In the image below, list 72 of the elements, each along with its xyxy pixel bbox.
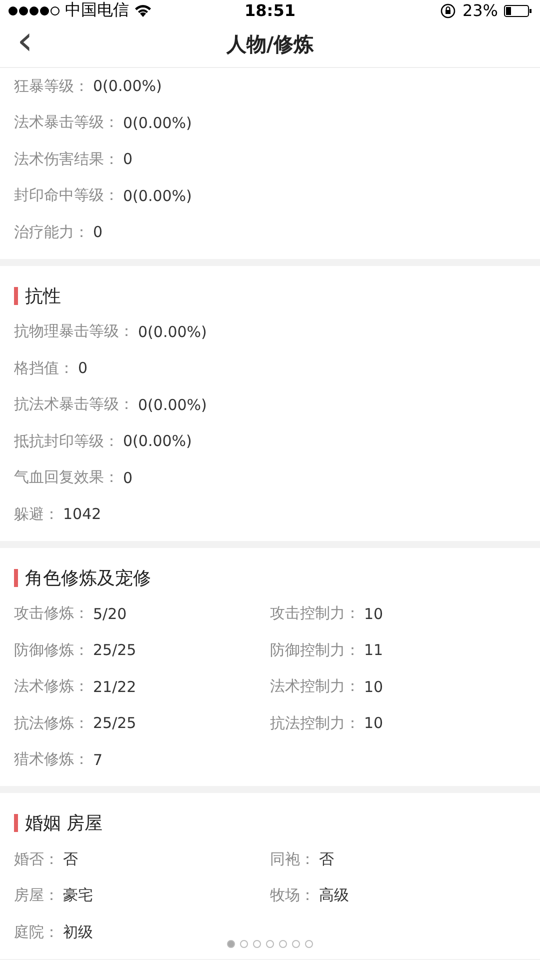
carrier-name: 中国电信 [65, 0, 129, 21]
rotation-lock-icon [440, 2, 456, 18]
page-dot[interactable] [305, 940, 313, 948]
field-value: 1042 [63, 505, 102, 524]
field-value: 7 [93, 750, 103, 769]
field-label: 抵抗封印等级： [14, 432, 119, 451]
field-label: 猎术修炼： [14, 750, 89, 770]
wifi-icon [134, 4, 152, 17]
field-value: 0 [123, 150, 133, 168]
field-value: 25/25 [93, 714, 136, 732]
field-value: 否 [319, 850, 334, 869]
section-title: 角色修炼及宠修 [25, 566, 151, 590]
field-value: 高级 [319, 886, 349, 906]
page-dot[interactable] [279, 940, 287, 948]
field-value: 0(0.00%) [93, 77, 162, 96]
field-label: 攻击修炼： [14, 604, 89, 624]
field-label: 房屋： [14, 886, 59, 906]
field-value: 0(0.00%) [123, 432, 192, 450]
field-label: 气血回复效果： [14, 468, 119, 488]
section-marker [14, 814, 18, 832]
field-label: 牧场： [270, 886, 315, 906]
field-label: 同袍： [270, 850, 315, 869]
field-label: 攻击控制力： [270, 604, 360, 624]
field-label: 庭院： [14, 922, 59, 942]
field-value: 11 [364, 641, 384, 660]
page-dot[interactable] [292, 940, 300, 948]
section-marker [14, 286, 18, 304]
field-value: 25/25 [93, 641, 136, 660]
back-button[interactable]: ‹ [0, 21, 40, 67]
field-label: 抗法控制力： [270, 714, 360, 733]
field-label: 抗法术暴击等级： [14, 395, 134, 414]
field-value: 否 [63, 850, 78, 869]
field-value: 10 [364, 678, 384, 696]
page-dot[interactable] [240, 940, 248, 948]
field-value: 0(0.00%) [138, 396, 207, 414]
field-label: 狂暴等级： [14, 76, 89, 96]
field-label: 法术修炼： [14, 677, 89, 696]
field-label: 封印命中等级： [14, 186, 119, 206]
page-dot[interactable] [253, 940, 261, 948]
field-value: 0(0.00%) [123, 114, 192, 132]
field-value: 5/20 [93, 604, 127, 623]
field-label: 治疗能力： [14, 222, 89, 242]
section-marker [14, 568, 18, 586]
field-value: 初级 [63, 922, 93, 942]
page-dot[interactable] [266, 940, 274, 948]
page-title: 人物/修炼 [226, 30, 314, 58]
field-value: 豪宅 [63, 886, 93, 906]
field-value: 0 [78, 359, 88, 378]
field-value: 0 [123, 468, 133, 487]
field-label: 法术暴击等级： [14, 113, 119, 132]
field-value: 0 [93, 223, 103, 242]
field-label: 法术伤害结果： [14, 150, 119, 169]
field-label: 抗物理暴击等级： [14, 322, 134, 342]
page-dot[interactable] [227, 940, 235, 948]
battery-percent: 23% [462, 1, 498, 20]
field-value: 10 [364, 714, 384, 732]
field-value: 0(0.00%) [123, 186, 192, 205]
clock-time: 18:51 [244, 1, 296, 20]
section-title: 婚姻 房屋 [25, 812, 103, 835]
signal-icon [8, 6, 60, 16]
field-value: 21/22 [93, 678, 136, 696]
field-label: 躲避： [14, 504, 59, 524]
field-label: 格挡值： [14, 358, 74, 378]
battery-icon [504, 4, 532, 16]
field-label: 婚否： [14, 850, 59, 869]
field-label: 防御控制力： [270, 640, 360, 660]
field-label: 抗法修炼： [14, 714, 89, 733]
field-value: 0(0.00%) [138, 322, 207, 341]
field-label: 防御修炼： [14, 640, 89, 660]
field-label: 法术控制力： [270, 677, 360, 696]
section-title: 抗性 [25, 284, 61, 308]
field-value: 10 [364, 604, 384, 623]
